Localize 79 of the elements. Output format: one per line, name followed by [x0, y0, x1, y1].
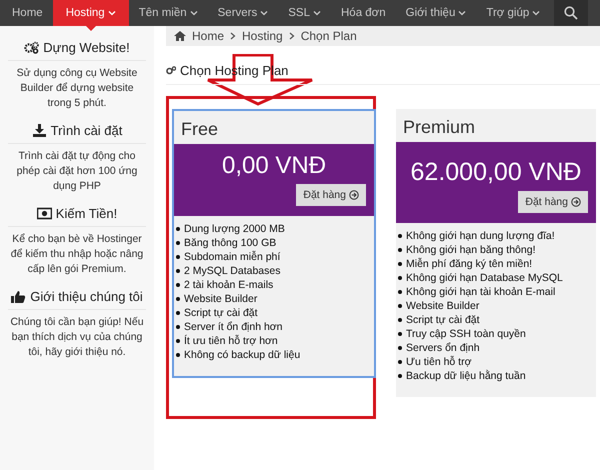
- bullet-icon: [176, 241, 180, 245]
- feature-item: Subdomain miễn phí: [184, 250, 280, 264]
- bullet-icon: [398, 374, 402, 378]
- section-text: Trình cài đặt tự động cho phép cài đặt hơn 100 ứng dụng PHP: [16, 149, 138, 194]
- gears-icon: [24, 41, 40, 54]
- feature-item: Server ít ổn định hơn: [184, 320, 283, 334]
- nav-item[interactable]: SSL: [278, 0, 331, 26]
- bullet-icon: [176, 325, 180, 329]
- order-button[interactable]: Đặt hàng: [296, 184, 366, 206]
- bullet-icon: [398, 234, 402, 238]
- chevron-icon: [288, 32, 295, 40]
- breadcrumb-link[interactable]: Chọn Plan: [300, 29, 357, 43]
- section-text: Chúng tôi cần bạn giúp! Nếu bạn thích dịch vụ của chúng tôi, hãy giới thiệu nó.: [9, 315, 145, 360]
- feature-item: Không có backup dữ liệu: [184, 348, 300, 362]
- nav-item[interactable]: Hosting: [52, 0, 129, 26]
- feature-item: Ít ưu tiên hỗ trợ hơn: [184, 334, 278, 348]
- feature-item: Ưu tiên hỗ trợ: [406, 355, 472, 369]
- bullet-icon: [176, 311, 180, 315]
- nav-item[interactable]: Hóa đơn: [331, 0, 396, 26]
- search-icon: [564, 6, 578, 20]
- chevron-icon: [230, 32, 236, 40]
- feature-item: Truy cập SSH toàn quyền: [406, 327, 526, 341]
- bullet-icon: [176, 283, 180, 287]
- plan-name: Premium: [402, 116, 476, 139]
- breadcrumb-link[interactable]: Hosting: [242, 29, 283, 43]
- gears-icon: [166, 66, 176, 75]
- section-title: Trình cài đặt: [50, 123, 122, 138]
- search-button[interactable]: [554, 0, 588, 26]
- feature-item: Không giới hạn băng thông!: [406, 243, 536, 257]
- nav-item[interactable]: Tên miền: [128, 0, 208, 26]
- nav-item[interactable]: Servers: [208, 0, 278, 26]
- bullet-icon: [398, 290, 402, 294]
- feature-item: Backup dữ liệu hằng tuần: [406, 369, 526, 383]
- feature-item: Băng thông 100 GB: [184, 236, 276, 250]
- order-button[interactable]: Đặt hàng: [518, 191, 588, 213]
- feature-item: Dung lượng 2000 MB: [184, 222, 285, 236]
- feature-item: Website Builder: [184, 292, 258, 306]
- bullet-icon: [398, 304, 402, 308]
- bullet-icon: [176, 297, 180, 301]
- arrow-circle-icon: [349, 190, 359, 200]
- bullet-icon: [398, 360, 402, 364]
- bullet-icon: [398, 318, 402, 322]
- feature-item: Servers ổn định: [406, 341, 480, 355]
- section-title: Dựng Website!: [43, 40, 130, 55]
- plan-price: 0,00 VNĐ: [222, 152, 326, 180]
- bullet-icon: [176, 339, 180, 343]
- bullet-icon: [398, 262, 402, 266]
- feature-item: 2 MySQL Databases: [184, 264, 280, 278]
- section-title: Giới thiệu chúng tôi: [30, 289, 143, 304]
- bullet-icon: [176, 269, 180, 273]
- feature-item: Miễn phí đăng ký tên miền!: [406, 257, 532, 271]
- feature-item: Không giới hạn tài khoản E-mail: [406, 285, 556, 299]
- bullet-icon: [176, 353, 180, 357]
- feature-item: Script tự cài đặt: [406, 313, 480, 327]
- home-icon: [174, 31, 186, 41]
- feature-item: Không giới hạn Database MySQL: [406, 271, 563, 285]
- feature-item: Không giới hạn dung lượng đĩa!: [406, 229, 555, 243]
- download-icon: [32, 124, 47, 137]
- feature-item: 2 tài khoản E-mails: [184, 278, 274, 292]
- plan-name: Free: [180, 118, 220, 141]
- bullet-icon: [176, 255, 180, 259]
- section-title: Kiếm Tiền!: [56, 206, 118, 221]
- feature-item: Script tự cài đặt: [184, 306, 258, 320]
- money-icon: [36, 207, 52, 220]
- arrow-circle-icon: [571, 197, 581, 207]
- breadcrumb-link[interactable]: Home: [192, 29, 224, 43]
- plan-price: 62.000,00 VNĐ: [410, 158, 582, 187]
- section-text: Kể cho bạn bè về Hostinger để kiếm thu nhập hoặc nâng cấp lên gói Premium.: [10, 232, 144, 277]
- bullet-icon: [398, 276, 402, 280]
- bullet-icon: [398, 332, 402, 336]
- nav-item[interactable]: Trợ giúp: [476, 0, 550, 26]
- nav-item[interactable]: Home: [0, 0, 53, 26]
- bullet-icon: [176, 227, 180, 231]
- bullet-icon: [398, 346, 402, 350]
- nav-item[interactable]: Giới thiệu: [396, 0, 476, 26]
- section-text: Sử dụng công cụ Website Builder để dựng website trong 5 phút.: [16, 66, 138, 111]
- bullet-icon: [398, 248, 402, 252]
- thumbs-up-icon: [11, 290, 26, 303]
- feature-item: Website Builder: [406, 299, 480, 313]
